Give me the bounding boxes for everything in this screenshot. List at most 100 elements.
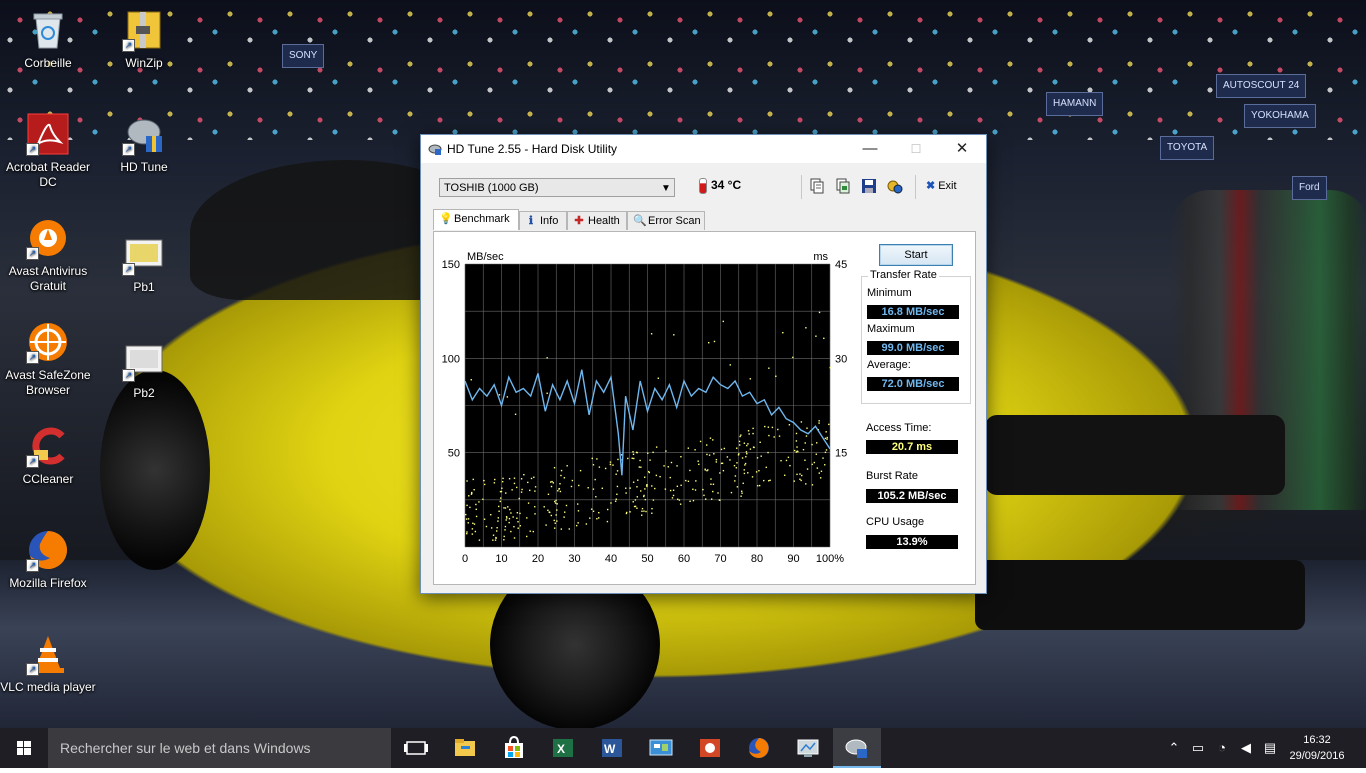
winzip-icon: ↗ (122, 8, 166, 52)
access-time-point (568, 528, 570, 530)
save-icon[interactable] (861, 178, 877, 194)
taskbar-powerpoint[interactable] (686, 728, 734, 768)
taskbar-control-panel[interactable] (637, 728, 685, 768)
desktop-icon-pb2[interactable]: ↗ Pb2 (96, 338, 192, 401)
access-time-point (793, 449, 796, 452)
access-time-point (635, 451, 638, 454)
access-time-point (767, 426, 770, 428)
access-time-point (829, 366, 831, 369)
taskbar-hdtune[interactable] (833, 728, 881, 768)
access-time-point (640, 490, 642, 492)
exit-button[interactable]: ✖ Exit (926, 179, 957, 192)
access-time-point (679, 503, 682, 505)
tab-error-scan[interactable]: 🔍 Error Scan (627, 211, 705, 230)
access-time-point (585, 523, 588, 525)
access-time-point (530, 477, 533, 480)
access-time-point (545, 524, 547, 526)
drive-select[interactable]: TOSHIB (1000 GB) ▼ (439, 178, 675, 197)
desktop-icon-vlc[interactable]: ↗ VLC media player (0, 632, 96, 695)
taskbar-excel[interactable]: X (539, 728, 587, 768)
tab-health[interactable]: ✚ Health (567, 211, 627, 230)
action-center-icon[interactable]: ▤ (1262, 740, 1278, 756)
desktop-icon-ccleaner[interactable]: ↗ CCleaner (0, 424, 96, 487)
access-time-point (815, 335, 817, 337)
access-time-point (749, 448, 752, 450)
desktop-icon-safezone[interactable]: ↗ Avast SafeZone Browser (0, 320, 96, 398)
word-icon: W (602, 739, 622, 757)
system-clock[interactable]: 16:32 29/09/2016 (1284, 732, 1350, 764)
search-box[interactable]: Rechercher sur le web et dans Windows (48, 728, 391, 768)
access-time-point (496, 530, 498, 532)
close-button[interactable]: ✕ (939, 135, 985, 163)
access-time-point (529, 489, 531, 492)
access-time-point (578, 484, 580, 487)
access-time-point (478, 539, 481, 541)
access-time-point (799, 478, 801, 480)
access-time-point (777, 428, 779, 431)
access-time-point (644, 476, 646, 478)
access-time-point (636, 507, 638, 509)
network-wifi-icon[interactable]: ◔ (1214, 740, 1230, 756)
copy-text-icon[interactable] (809, 178, 825, 194)
desktop-icon-firefox[interactable]: ↗ Mozilla Firefox (0, 528, 96, 591)
y-left-tick-label: 50 (448, 448, 460, 460)
access-time-point (617, 458, 619, 461)
access-time-point (564, 511, 566, 513)
copy-screenshot-icon[interactable] (835, 178, 851, 194)
hdtune-window[interactable]: HD Tune 2.55 - Hard Disk Utility — ☐ ✕ T… (420, 134, 987, 594)
access-time-point (547, 493, 550, 496)
taskbar-system[interactable] (784, 728, 832, 768)
access-time-point (646, 485, 648, 488)
shortcut-arrow-icon: ↗ (122, 263, 135, 276)
minimize-button[interactable]: — (847, 135, 893, 163)
desktop-icon-acrobat[interactable]: ↗ Acrobat Reader DC (0, 112, 96, 190)
access-time-point (510, 530, 512, 533)
access-time-point (490, 514, 492, 516)
cpu-usage-label: CPU Usage (866, 516, 925, 528)
icon-label: Pb2 (133, 386, 155, 400)
access-time-point (629, 487, 631, 489)
access-time-point (735, 467, 738, 469)
car-grille (985, 415, 1285, 495)
taskbar-firefox[interactable] (735, 728, 783, 768)
taskbar-store[interactable] (490, 728, 538, 768)
options-icon[interactable] (887, 178, 903, 194)
access-time-point (516, 511, 519, 514)
desktop-icon-avast[interactable]: ↗ Avast Antivirus Gratuit (0, 216, 96, 294)
burst-rate-label: Burst Rate (866, 470, 918, 482)
tab-info[interactable]: ℹ Info (519, 211, 567, 230)
task-view-button[interactable] (392, 728, 440, 768)
tab-benchmark[interactable]: 💡 Benchmark (433, 209, 519, 230)
access-time-point (659, 475, 661, 478)
battery-icon[interactable]: ▭ (1190, 740, 1206, 756)
start-button[interactable] (0, 728, 48, 768)
access-time-point (670, 461, 673, 464)
taskbar-file-explorer[interactable] (441, 728, 489, 768)
desktop-icon-pb1[interactable]: ↗ Pb1 (96, 232, 192, 295)
access-time-point (548, 511, 550, 513)
start-button[interactable]: Start (879, 244, 953, 266)
temperature-value: 34 °C (711, 178, 742, 193)
taskbar-word[interactable]: W (588, 728, 636, 768)
access-time-point (678, 499, 681, 501)
desktop-icon-hdtune[interactable]: ↗ HD Tune (96, 112, 192, 175)
access-time-point (553, 519, 555, 522)
hdtune-icon: ↗ (122, 112, 166, 156)
access-time-point (826, 436, 828, 439)
access-time-point (747, 443, 749, 445)
desktop-icon-recycle-bin[interactable]: Corbeille (0, 8, 96, 71)
access-time-point (722, 320, 724, 323)
access-time-point (706, 453, 708, 456)
firefox-icon (749, 738, 769, 758)
hdtune-app-icon (428, 142, 442, 156)
volume-icon[interactable]: ◀ (1238, 740, 1254, 756)
access-time-point (692, 499, 695, 502)
access-time-point (490, 527, 493, 529)
maximize-button[interactable]: ☐ (893, 135, 939, 163)
access-time-point (563, 516, 565, 518)
access-time-point (466, 531, 468, 533)
access-time-point (677, 498, 679, 500)
desktop-icon-winzip[interactable]: ↗ WinZip (96, 8, 192, 71)
show-hidden-icons-icon[interactable]: ⌃ (1166, 740, 1182, 756)
title-bar[interactable]: HD Tune 2.55 - Hard Disk Utility — ☐ ✕ (421, 135, 986, 163)
